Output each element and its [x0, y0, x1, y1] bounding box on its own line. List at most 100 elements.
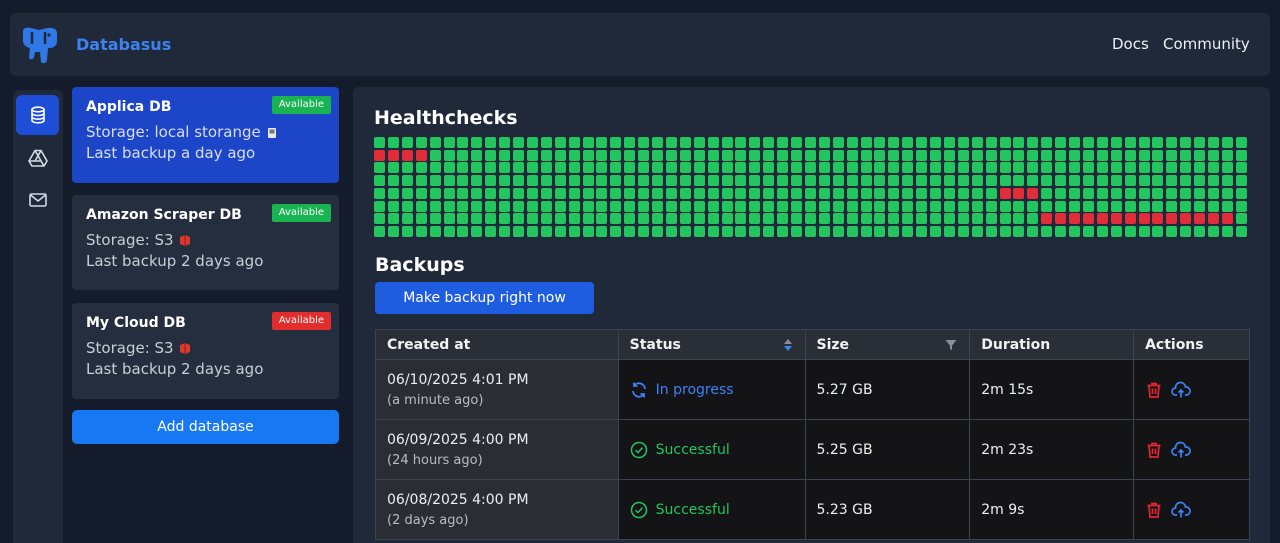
healthcheck-cell-ok[interactable]: [1194, 175, 1206, 187]
healthcheck-cell-ok[interactable]: [791, 137, 802, 148]
healthcheck-cell-ok[interactable]: [610, 162, 622, 174]
healthcheck-cell-ok[interactable]: [457, 162, 469, 174]
healthcheck-cell-ok[interactable]: [707, 187, 719, 199]
healthcheck-cell-ok[interactable]: [1055, 137, 1067, 148]
healthcheck-cell-ok[interactable]: [1235, 162, 1247, 174]
healthcheck-cell-ok[interactable]: [582, 175, 594, 187]
healthcheck-cell-ok[interactable]: [443, 137, 455, 148]
healthcheck-cell-ok[interactable]: [1069, 149, 1080, 161]
cloud-upload-icon[interactable]: [1171, 441, 1191, 459]
healthcheck-cell-ok[interactable]: [985, 149, 997, 161]
healthcheck-cell-ok[interactable]: [526, 149, 538, 161]
healthcheck-cell-ok[interactable]: [638, 149, 650, 161]
healthcheck-cell-ok[interactable]: [540, 213, 552, 225]
healthcheck-cell-ok[interactable]: [485, 149, 497, 161]
database-card-my-cloud[interactable]: My Cloud DB Available Storage: S3 Last b…: [72, 303, 339, 399]
healthcheck-cell-ok[interactable]: [582, 200, 594, 212]
healthcheck-cell-ok[interactable]: [943, 200, 955, 212]
healthcheck-cell-ok[interactable]: [1082, 149, 1094, 161]
healthcheck-cell-ok[interactable]: [818, 149, 830, 161]
healthcheck-cell-ok[interactable]: [777, 213, 789, 225]
healthcheck-cell-ok[interactable]: [387, 200, 399, 212]
healthcheck-cell-ok[interactable]: [387, 137, 399, 148]
healthcheck-cell-ok[interactable]: [1166, 200, 1178, 212]
healthcheck-cell-ok[interactable]: [499, 137, 511, 148]
healthcheck-cell-ok[interactable]: [860, 200, 872, 212]
healthcheck-cell-ok[interactable]: [902, 187, 914, 199]
healthcheck-cell-ok[interactable]: [1082, 162, 1094, 174]
healthcheck-cell-ok[interactable]: [777, 187, 789, 199]
healthcheck-cell-ok[interactable]: [721, 162, 733, 174]
nav-databases[interactable]: [16, 95, 59, 135]
healthcheck-cell-ok[interactable]: [443, 200, 455, 212]
healthcheck-cell-ok[interactable]: [874, 137, 886, 148]
healthcheck-cell-ok[interactable]: [985, 162, 997, 174]
healthcheck-cell-ok[interactable]: [930, 200, 941, 212]
healthcheck-cell-ok[interactable]: [693, 162, 705, 174]
healthcheck-cell-ok[interactable]: [610, 225, 622, 237]
healthcheck-cell-ok[interactable]: [888, 149, 900, 161]
healthcheck-cell-ok[interactable]: [971, 137, 983, 148]
healthcheck-cell-ok[interactable]: [1096, 187, 1108, 199]
healthcheck-cell-ok[interactable]: [499, 213, 511, 225]
healthcheck-cell-ok[interactable]: [1235, 225, 1247, 237]
healthcheck-cell-ok[interactable]: [1096, 137, 1108, 148]
healthcheck-cell-ok[interactable]: [1041, 200, 1053, 212]
healthcheck-cell-ok[interactable]: [902, 175, 914, 187]
healthcheck-cell-ok[interactable]: [957, 200, 969, 212]
healthcheck-cell-ok[interactable]: [1096, 225, 1108, 237]
healthcheck-cell-ok[interactable]: [374, 162, 385, 174]
healthcheck-cell-ok[interactable]: [1152, 187, 1164, 199]
healthcheck-cell-ok[interactable]: [513, 175, 524, 187]
healthcheck-cell-ok[interactable]: [554, 137, 566, 148]
healthcheck-cell-ok[interactable]: [930, 137, 941, 148]
healthcheck-cell-ok[interactable]: [1138, 137, 1150, 148]
healthcheck-cell-ok[interactable]: [1235, 175, 1247, 187]
healthcheck-cell-ok[interactable]: [679, 175, 691, 187]
healthcheck-cell-ok[interactable]: [513, 149, 524, 161]
healthcheck-cell-ok[interactable]: [888, 225, 900, 237]
healthcheck-cell-ok[interactable]: [1235, 200, 1247, 212]
healthcheck-cell-ok[interactable]: [874, 187, 886, 199]
healthcheck-cell-ok[interactable]: [374, 175, 385, 187]
healthcheck-cell-ok[interactable]: [832, 225, 844, 237]
healthcheck-cell-ok[interactable]: [596, 187, 608, 199]
healthcheck-cell-ok[interactable]: [485, 175, 497, 187]
healthcheck-cell-ok[interactable]: [818, 137, 830, 148]
healthcheck-cell-ok[interactable]: [526, 200, 538, 212]
healthcheck-cell-ok[interactable]: [971, 200, 983, 212]
healthcheck-cell-ok[interactable]: [804, 200, 816, 212]
healthcheck-cell-ok[interactable]: [638, 175, 650, 187]
healthcheck-cell-ok[interactable]: [707, 162, 719, 174]
healthcheck-cell-ok[interactable]: [1208, 175, 1219, 187]
healthcheck-cell-ok[interactable]: [457, 200, 469, 212]
healthcheck-cell-ok[interactable]: [943, 162, 955, 174]
healthcheck-cell-failed[interactable]: [1027, 187, 1039, 199]
healthcheck-cell-ok[interactable]: [485, 213, 497, 225]
healthcheck-cell-ok[interactable]: [679, 149, 691, 161]
healthcheck-cell-ok[interactable]: [610, 187, 622, 199]
healthcheck-cell-ok[interactable]: [499, 200, 511, 212]
delete-icon[interactable]: [1145, 501, 1163, 519]
healthcheck-cell-ok[interactable]: [1208, 162, 1219, 174]
healthcheck-cell-ok[interactable]: [540, 200, 552, 212]
healthcheck-cell-ok[interactable]: [957, 162, 969, 174]
healthcheck-cell-ok[interactable]: [999, 200, 1011, 212]
healthcheck-cell-ok[interactable]: [1194, 187, 1206, 199]
healthcheck-cell-ok[interactable]: [916, 137, 928, 148]
healthcheck-cell-ok[interactable]: [763, 162, 775, 174]
healthcheck-cell-ok[interactable]: [499, 225, 511, 237]
healthcheck-cell-ok[interactable]: [860, 137, 872, 148]
healthcheck-cell-ok[interactable]: [513, 213, 524, 225]
healthcheck-cell-ok[interactable]: [957, 175, 969, 187]
healthcheck-cell-ok[interactable]: [554, 200, 566, 212]
healthcheck-cell-ok[interactable]: [429, 213, 441, 225]
healthcheck-cell-ok[interactable]: [582, 213, 594, 225]
healthcheck-cell-failed[interactable]: [1013, 187, 1025, 199]
healthcheck-cell-ok[interactable]: [638, 200, 650, 212]
healthcheck-cell-ok[interactable]: [624, 213, 636, 225]
healthcheck-cell-ok[interactable]: [374, 213, 385, 225]
healthcheck-cell-ok[interactable]: [1055, 149, 1067, 161]
healthcheck-cell-ok[interactable]: [1124, 149, 1136, 161]
cloud-upload-icon[interactable]: [1171, 501, 1191, 519]
